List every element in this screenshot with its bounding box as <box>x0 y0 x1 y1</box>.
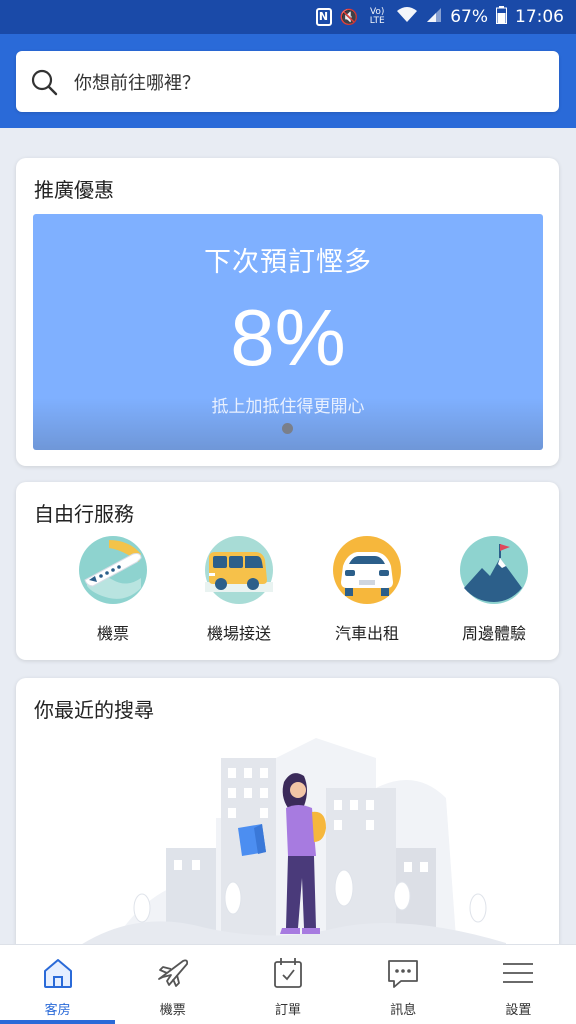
bottom-tab-bar: 客房 機票 訂單 訊息 設置 <box>0 944 576 1024</box>
tab-rooms[interactable]: 客房 <box>0 945 116 1024</box>
recent-title: 你最近的搜尋 <box>34 698 154 722</box>
rental-car-icon <box>333 536 401 604</box>
chat-bubble-icon <box>388 960 419 988</box>
clock: 17:06 <box>515 7 564 27</box>
tab-label-settings: 設置 <box>505 1003 532 1018</box>
tab-orders[interactable]: 訂單 <box>230 945 345 1024</box>
service-label-local-experiences: 周邊體驗 <box>461 624 526 643</box>
service-label-flights: 機票 <box>96 624 129 643</box>
airplane-icon <box>157 959 188 987</box>
signal-icon <box>426 7 442 27</box>
service-flights[interactable]: 機票 <box>49 536 177 644</box>
airplane-icon <box>79 536 147 604</box>
search-bar[interactable]: 你想前往哪裡？ <box>16 51 559 112</box>
recent-searches-card: 你最近的搜尋 <box>16 678 559 978</box>
service-local-experiences[interactable]: 周邊體驗 <box>430 536 558 644</box>
menu-icon <box>503 963 534 983</box>
status-bar: N 🔇 Vo) LTE 67% 17:06 <box>0 0 576 34</box>
calendar-check-icon <box>274 958 302 988</box>
promo-title: 推廣優惠 <box>34 178 114 202</box>
shuttle-van-icon <box>205 536 273 604</box>
carousel-dot[interactable] <box>282 423 293 434</box>
volte-icon: Vo) LTE <box>369 7 385 26</box>
promo-headline: 下次預訂慳多 <box>204 247 372 278</box>
search-icon <box>31 69 58 95</box>
services-row: 機票 機場接送 汽車出租 周邊體驗 <box>16 536 559 646</box>
services-title: 自由行服務 <box>34 502 134 526</box>
service-label-car-rental: 汽車出租 <box>334 624 399 643</box>
service-label-airport-transfer: 機場接送 <box>206 624 271 643</box>
mute-icon: 🔇 <box>339 8 359 26</box>
home-icon <box>43 959 72 988</box>
tab-label-rooms: 客房 <box>44 1003 71 1018</box>
traveler-illustration <box>76 738 506 948</box>
search-input[interactable]: 你想前往哪裡？ <box>74 69 200 95</box>
battery-icon <box>496 5 507 29</box>
nfc-icon: N <box>315 8 332 26</box>
service-car-rental[interactable]: 汽車出租 <box>303 536 431 644</box>
tab-label-flights: 機票 <box>159 1003 186 1018</box>
service-airport-transfer[interactable]: 機場接送 <box>175 536 303 644</box>
tab-settings[interactable]: 設置 <box>461 945 576 1024</box>
services-card: 自由行服務 機票 機場接送 汽車出租 周邊體驗 <box>16 482 559 660</box>
promo-banner[interactable]: 下次預訂慳多 8% 抵上加抵住得更開心 <box>33 214 543 450</box>
promo-card: 推廣優惠 下次預訂慳多 8% 抵上加抵住得更開心 <box>16 158 559 466</box>
tab-label-orders: 訂單 <box>275 1003 302 1018</box>
promo-subtitle: 抵上加抵住得更開心 <box>211 397 365 417</box>
mountain-flag-icon <box>460 536 528 604</box>
tab-flights[interactable]: 機票 <box>115 945 230 1024</box>
tab-messages[interactable]: 訊息 <box>346 945 461 1024</box>
promo-value: 8% <box>230 293 346 382</box>
tab-label-messages: 訊息 <box>390 1003 417 1018</box>
wifi-icon <box>396 6 418 28</box>
battery-percent: 67% <box>450 7 488 27</box>
